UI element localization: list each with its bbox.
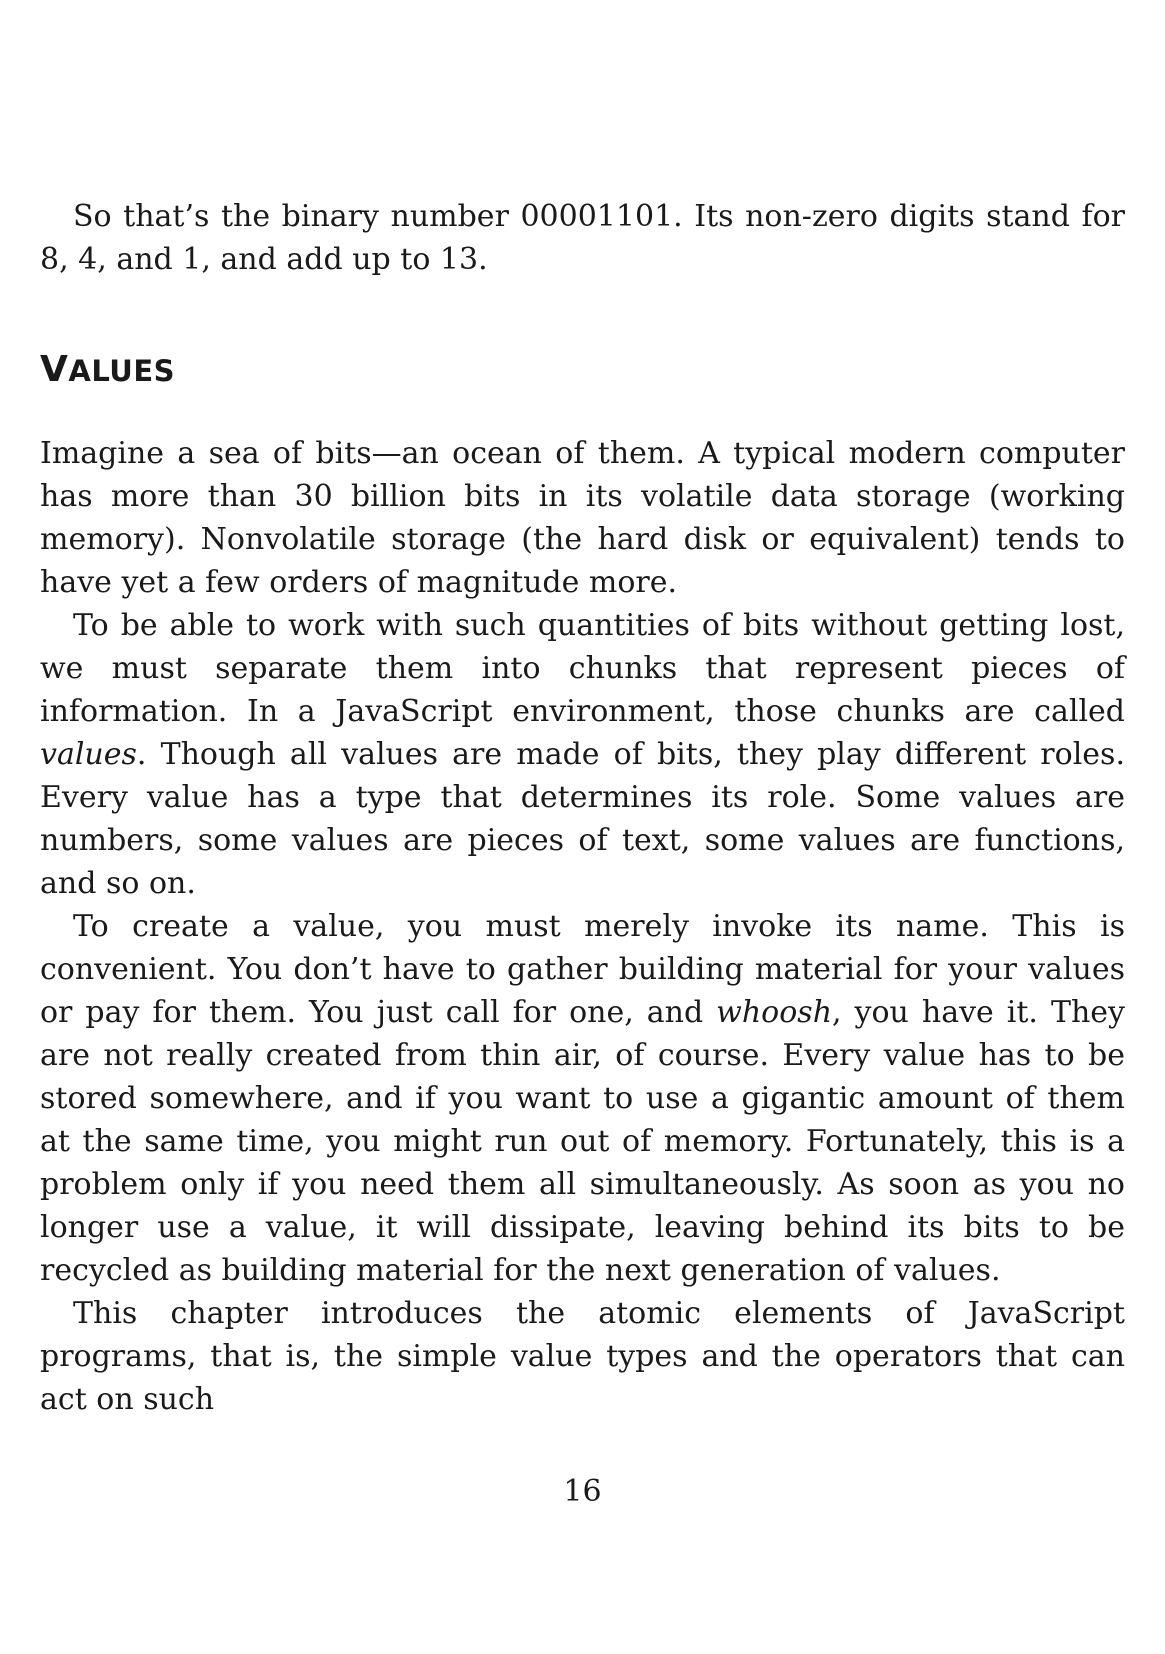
section-heading-values: VALUES: [40, 348, 175, 393]
paragraph-2-before: To be able to work with such quantities …: [40, 608, 1125, 729]
paragraph-2-after: . Though all values are made of bits, th…: [40, 737, 1125, 901]
heading-rest: ALUES: [68, 354, 176, 388]
paragraph-1: Imagine a sea of bits—an ocean of them. …: [40, 436, 1125, 600]
term-values: values: [40, 737, 137, 772]
paragraph-2: To be able to work with such quantities …: [40, 604, 1125, 905]
page-number: 16: [563, 1474, 602, 1509]
lead-paragraph: So that’s the binary number 00001101. It…: [40, 199, 1125, 277]
lead-text-block: So that’s the binary number 00001101. It…: [40, 195, 1125, 281]
paragraph-3-after: , you have it. They are not really creat…: [40, 995, 1126, 1288]
paragraph-4: This chapter introduces the atomic eleme…: [40, 1296, 1125, 1417]
term-whoosh: whoosh: [716, 995, 833, 1030]
heading-initial: V: [40, 349, 69, 390]
paragraph-3: To create a value, you must merely invok…: [40, 905, 1125, 1292]
section-body: Imagine a sea of bits—an ocean of them. …: [40, 432, 1125, 1421]
